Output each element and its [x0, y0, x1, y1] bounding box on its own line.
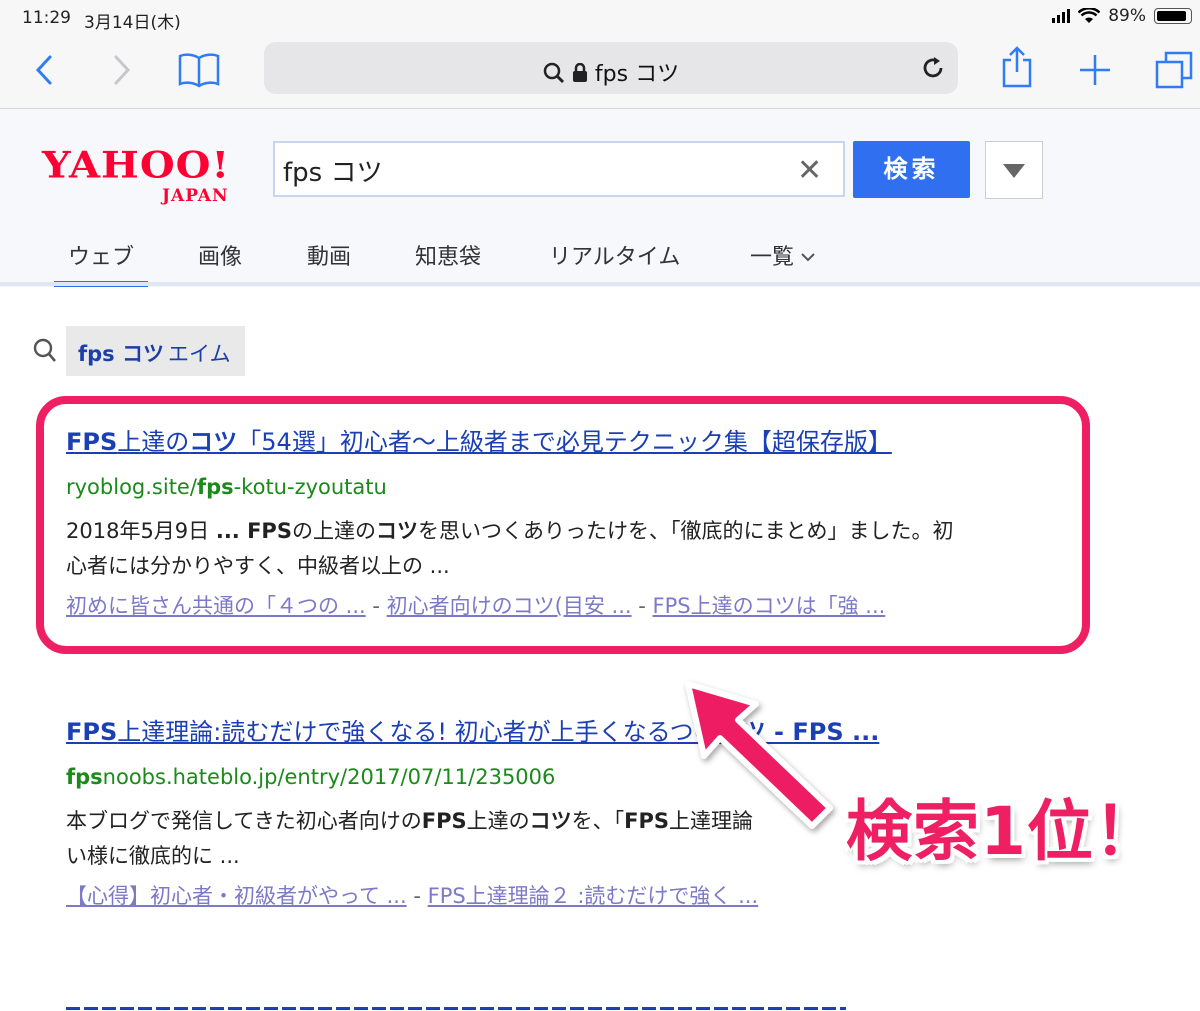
lock-icon	[572, 62, 587, 82]
address-bar[interactable]: fps コツ	[264, 42, 958, 94]
battery-percent: 89%	[1108, 6, 1146, 26]
result-title-fragment	[66, 1007, 846, 1010]
search-options-button[interactable]	[985, 141, 1043, 199]
search-input[interactable]	[281, 151, 785, 189]
snippet-part: を、「	[571, 809, 625, 833]
sitelink-separator: -	[413, 884, 421, 908]
snippet-part: 本ブログで発信してきた初心者向けの	[66, 809, 422, 833]
related-query: fps コツ	[78, 342, 164, 366]
related-search-icon	[33, 338, 56, 362]
rank-badge: 検索1位！	[846, 793, 1161, 870]
yahoo-header: YAHOO! JAPAN ✕ 検索 ウェブ 画像 動画 知恵袋 リアルタイム 一…	[0, 109, 1200, 287]
reload-icon[interactable]	[920, 55, 946, 81]
bookmarks-icon[interactable]	[178, 52, 220, 88]
clear-icon[interactable]: ✕	[797, 153, 822, 188]
status-bar: 11:29 3月14日(木) 89%	[0, 0, 1200, 36]
search-icon	[543, 62, 564, 84]
search-result-3-partial	[66, 1002, 846, 1011]
address-text-row: fps コツ	[264, 56, 958, 88]
related-search-chip[interactable]: fps コツ エイム	[66, 326, 245, 376]
tab-more-label: 一覧	[750, 245, 795, 270]
highlight-frame	[36, 396, 1090, 654]
battery-icon	[1154, 8, 1192, 24]
logo-sub: JAPAN	[162, 186, 229, 206]
back-icon[interactable]	[34, 54, 54, 86]
address-text: fps コツ	[594, 62, 680, 87]
snippet-part: FPS	[421, 809, 467, 833]
tab-realtime[interactable]: リアルタイム	[549, 239, 680, 271]
snippet-part: い様に徹底的に ...	[66, 844, 240, 868]
url-part: noobs.hateblo.jp/entry/2017/07/11/235006	[102, 765, 556, 789]
related-suggest: エイム	[168, 342, 231, 366]
signal-icon	[1052, 9, 1071, 23]
sitelink[interactable]: FPS上達理論２ :読むだけで強く ...	[428, 884, 759, 908]
search-button[interactable]: 検索	[853, 141, 970, 198]
share-icon[interactable]	[1000, 46, 1034, 88]
browser-toolbar: fps コツ	[0, 36, 1200, 109]
tabs-divider	[0, 282, 1200, 286]
tab-videos[interactable]: 動画	[307, 239, 351, 271]
tabs-icon[interactable]	[1154, 50, 1194, 90]
snippet-part: コツ	[529, 809, 572, 833]
tab-web[interactable]: ウェブ	[68, 239, 134, 271]
title-part: 上達理論:読むだけで強くなる! 初心者が上手くなる	[117, 718, 670, 746]
yahoo-logo[interactable]: YAHOO! JAPAN	[42, 142, 231, 206]
tab-images[interactable]: 画像	[198, 239, 242, 271]
sitelink[interactable]: 【心得】初心者・初級者がやって ...	[66, 884, 407, 908]
status-right: 89%	[1052, 6, 1192, 26]
new-tab-icon[interactable]	[1078, 53, 1112, 87]
url-part: fps	[66, 765, 103, 789]
result-title[interactable]: FPS上達理論:読むだけで強くなる! 初心者が上手くなるつのコツ - FPS .…	[66, 712, 1026, 747]
tab-chiebukuro[interactable]: 知恵袋	[415, 239, 481, 271]
chevron-down-icon	[801, 253, 815, 262]
wifi-icon	[1078, 8, 1101, 23]
result-sitelinks: 【心得】初心者・初級者がやって ... - FPS上達理論２ :読むだけで強く …	[66, 880, 1026, 910]
forward-icon[interactable]	[112, 54, 132, 86]
triangle-down-icon	[1003, 164, 1025, 178]
snippet-part: 上達の	[466, 809, 530, 833]
search-box: ✕	[273, 141, 845, 197]
status-time: 11:29	[22, 8, 71, 28]
tab-more[interactable]: 一覧	[750, 239, 815, 271]
status-date: 3月14日(木)	[84, 13, 181, 33]
logo-main: YAHOO!	[42, 144, 231, 187]
title-part: FPS	[66, 718, 118, 746]
